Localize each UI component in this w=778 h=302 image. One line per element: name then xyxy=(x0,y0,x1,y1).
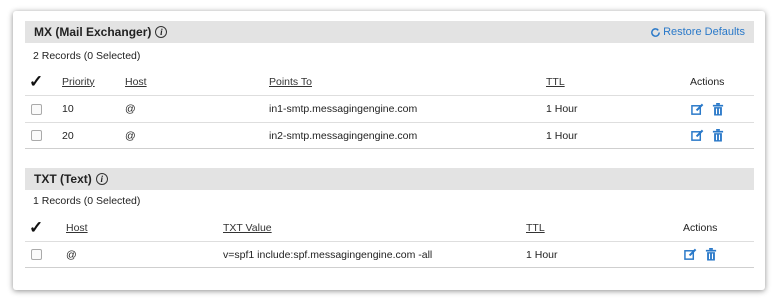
mx-records-count: 2 Records (0 Selected) xyxy=(33,50,141,62)
info-icon[interactable]: i xyxy=(155,26,168,38)
txt-host: @ xyxy=(66,248,77,261)
mx-col-host[interactable]: Host xyxy=(125,68,147,95)
txt-col-host[interactable]: Host xyxy=(66,214,88,241)
txt-section-title: TXT (Text) xyxy=(34,172,92,186)
mx-section-header: MX (Mail Exchanger) i Restore Defaults xyxy=(25,21,754,43)
mx-ttl: 1 Hour xyxy=(546,129,578,142)
txt-col-value[interactable]: TXT Value xyxy=(223,214,272,241)
info-icon[interactable]: i xyxy=(95,173,108,185)
row-actions xyxy=(691,123,724,148)
trash-icon[interactable] xyxy=(712,129,724,142)
restore-defaults-label: Restore Defaults xyxy=(663,26,745,38)
txt-col-ttl[interactable]: TTL xyxy=(526,214,545,241)
mx-host: @ xyxy=(125,129,136,142)
edit-icon[interactable] xyxy=(691,129,704,142)
edit-icon[interactable] xyxy=(684,248,697,261)
mx-col-priority[interactable]: Priority xyxy=(62,68,95,95)
mx-col-actions: Actions xyxy=(690,75,725,88)
restore-defaults-button[interactable]: Restore Defaults xyxy=(650,21,745,43)
table-row: 20 @ in2-smtp.messagingengine.com 1 Hour xyxy=(25,122,754,149)
mx-points-to: in1-smtp.messagingengine.com xyxy=(269,103,418,115)
table-row: @ v=spf1 include:spf.messagingengine.com… xyxy=(25,241,754,268)
edit-icon[interactable] xyxy=(691,103,704,116)
select-all-checkmark-icon[interactable]: ✓ xyxy=(29,68,43,95)
txt-table-header: ✓ Host TXT Value TTL Actions xyxy=(25,214,754,241)
row-checkbox[interactable] xyxy=(31,103,42,115)
row-checkbox[interactable] xyxy=(31,249,42,260)
txt-records-count: 1 Records (0 Selected) xyxy=(33,195,141,207)
txt-ttl: 1 Hour xyxy=(526,248,558,261)
dns-records-card: MX (Mail Exchanger) i Restore Defaults 2… xyxy=(13,11,765,290)
mx-col-points-to[interactable]: Points To xyxy=(269,68,312,95)
trash-icon[interactable] xyxy=(712,102,724,116)
txt-col-actions: Actions xyxy=(683,221,718,234)
mx-priority: 10 xyxy=(62,103,74,115)
trash-icon[interactable] xyxy=(705,248,717,261)
txt-section-header: TXT (Text) i xyxy=(25,168,754,190)
mx-points-to: in2-smtp.messagingengine.com xyxy=(269,129,418,142)
table-row: 10 @ in1-smtp.messagingengine.com 1 Hour xyxy=(25,95,754,122)
txt-value: v=spf1 include:spf.messagingengine.com -… xyxy=(223,248,433,261)
mx-col-ttl[interactable]: TTL xyxy=(546,68,565,95)
mx-priority: 20 xyxy=(62,129,74,142)
mx-table-header: ✓ Priority Host Points To TTL Actions xyxy=(25,68,754,95)
row-checkbox[interactable] xyxy=(31,130,42,141)
row-actions xyxy=(691,96,724,122)
row-actions xyxy=(684,242,717,267)
refresh-icon xyxy=(651,27,660,37)
mx-ttl: 1 Hour xyxy=(546,103,578,115)
mx-section-title: MX (Mail Exchanger) xyxy=(34,25,152,39)
mx-host: @ xyxy=(125,103,136,115)
select-all-checkmark-icon[interactable]: ✓ xyxy=(29,214,43,241)
